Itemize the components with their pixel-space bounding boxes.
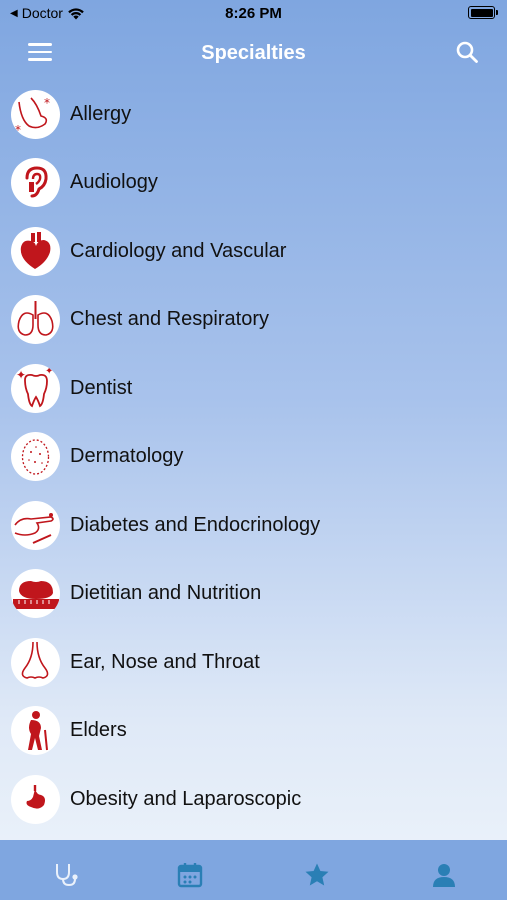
list-item-label: Chest and Respiratory [70,308,269,331]
list-item-label: Ear, Nose and Throat [70,650,260,673]
page-title: Specialties [201,42,306,64]
lungs-icon [11,295,60,345]
list-item-label: Dietitian and Nutrition [70,582,262,605]
list-item[interactable]: * * Allergy [0,80,507,149]
list-item[interactable]: Cardiology and Vascular [0,217,507,286]
calendar-icon [177,863,203,888]
status-time: 8:26 PM [225,5,282,22]
svg-text:*: * [44,96,50,110]
tab-doctors[interactable] [48,862,84,892]
list-item[interactable]: Diabetes and Endocrinology [0,491,507,560]
search-button[interactable] [455,40,481,66]
svg-text:✦: ✦ [16,368,26,382]
list-item[interactable]: Dietitian and Nutrition [0,560,507,629]
tab-favorites[interactable] [299,862,335,892]
svg-text:✦: ✦ [45,366,53,377]
nose-icon [11,637,60,687]
list-item-label: Cardiology and Vascular [70,239,287,262]
list-item-label: Dermatology [70,445,184,468]
list-item-label: Audiology [70,171,158,194]
heart-icon [11,226,60,276]
allergy-icon: * * [11,89,60,139]
list-item-label: Dentist [70,376,133,399]
list-item-label: Allergy [70,102,132,125]
list-item[interactable]: Chest and Respiratory [0,286,507,355]
list-item[interactable]: Ear, Nose and Throat [0,628,507,697]
search-icon [456,41,478,63]
elder-icon [11,706,60,756]
star-icon [305,863,329,886]
list-item-label: Diabetes and Endocrinology [70,513,321,536]
status-bar: ◀ Doctor 8:26 PM [0,0,507,28]
list-item[interactable]: Elders [0,697,507,766]
list-item[interactable]: ✦ ✦ Dentist [0,354,507,423]
specialty-list: * * Allergy Audiology Cardiology and Vas… [0,80,507,834]
face-skin-icon [11,432,60,482]
tab-bar [0,840,507,900]
person-icon [433,864,455,887]
tab-appointments[interactable] [172,862,208,892]
finger-prick-icon [11,500,60,550]
list-item-label: Elders [70,719,127,742]
list-item[interactable]: Dermatology [0,423,507,492]
stomach-icon [11,774,60,824]
tab-profile[interactable] [426,862,462,892]
list-item[interactable]: Obesity and Laparoscopic [0,765,507,834]
list-item[interactable]: Audiology [0,149,507,218]
apple-measure-icon [11,569,60,619]
nav-bar: Specialties [0,30,507,76]
stethoscope-icon [56,864,78,887]
battery-icon [468,6,498,19]
ear-icon [11,158,60,208]
svg-text:*: * [15,123,21,137]
tooth-icon: ✦ ✦ [11,363,60,413]
list-item-label: Obesity and Laparoscopic [70,787,302,810]
